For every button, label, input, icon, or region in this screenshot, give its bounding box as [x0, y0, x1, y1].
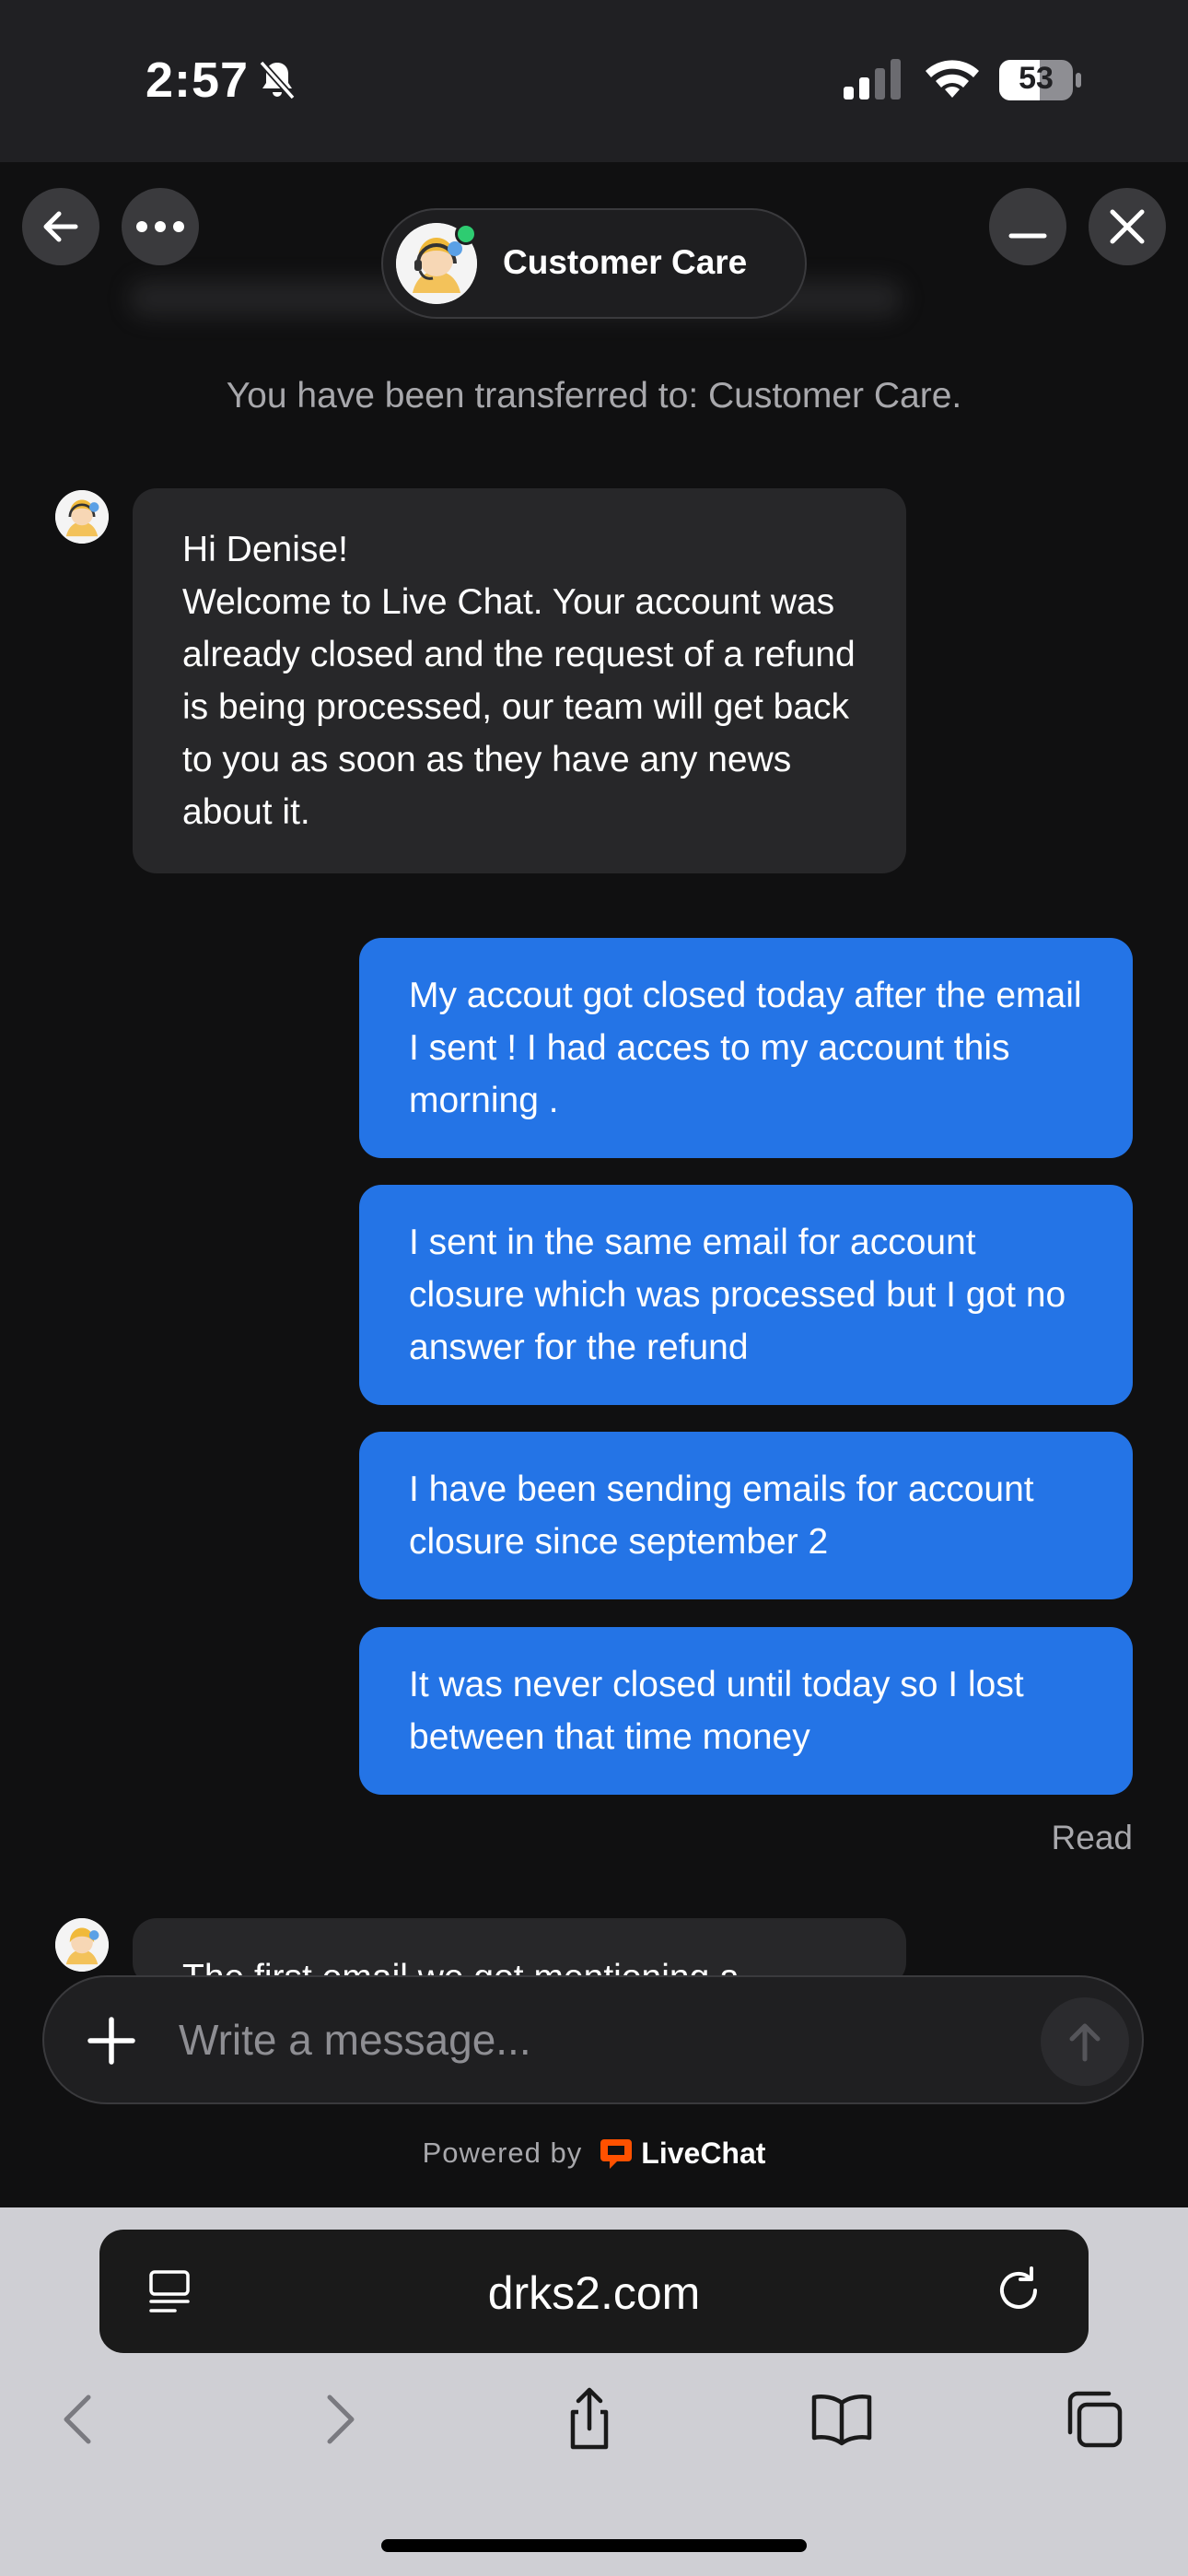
- user-message-text: My accout got closed today after the ema…: [409, 976, 1082, 1120]
- back-arrow-icon: [43, 211, 78, 242]
- tabs-icon[interactable]: [1057, 2383, 1131, 2456]
- browser-toolbar: drks2.com: [0, 2207, 1188, 2576]
- status-bar: 2:57 53: [0, 0, 1188, 162]
- chat-title: Customer Care: [503, 243, 748, 281]
- user-message-bubble: My accout got closed today after the ema…: [359, 938, 1133, 1158]
- user-message-bubble: I sent in the same email for account clo…: [359, 1185, 1133, 1405]
- system-message: You have been transferred to: Customer C…: [226, 376, 962, 416]
- address-bar[interactable]: drks2.com: [99, 2230, 1089, 2353]
- chat-window: Customer Care You have been transferred …: [0, 162, 1188, 2207]
- read-status: Read: [1051, 1819, 1133, 1856]
- chat-title-pill[interactable]: Customer Care: [381, 208, 807, 319]
- agent-message-bubble: Hi Denise! Welcome to Live Chat. Your ac…: [133, 488, 906, 873]
- online-status-dot: [455, 223, 477, 245]
- livechat-brand[interactable]: LiveChat: [599, 2136, 765, 2171]
- livechat-logo-icon: [600, 2139, 633, 2169]
- user-message-text: I sent in the same email for account clo…: [409, 1223, 1066, 1367]
- message-input[interactable]: [179, 2005, 1044, 2075]
- bookmarks-icon[interactable]: [805, 2383, 879, 2456]
- plus-icon[interactable]: [79, 2008, 144, 2073]
- back-button[interactable]: [22, 188, 99, 265]
- livechat-brand-text: LiveChat: [641, 2136, 766, 2170]
- signal-icon: [844, 59, 901, 100]
- url-text: drks2.com: [487, 2267, 701, 2319]
- battery-level: 53: [1019, 61, 1054, 96]
- user-message-bubble: It was never closed until today so I los…: [359, 1627, 1133, 1795]
- user-message-text: It was never closed until today so I los…: [409, 1665, 1024, 1757]
- powered-by[interactable]: Powered by LiveChat: [0, 2136, 1188, 2171]
- more-dots-icon: [136, 221, 184, 232]
- back-icon[interactable]: [42, 2383, 116, 2456]
- status-time: 2:57: [146, 53, 250, 108]
- minimize-button[interactable]: [989, 188, 1066, 265]
- forward-icon[interactable]: [302, 2383, 376, 2456]
- bell-slash-icon: [259, 60, 296, 100]
- agent-avatar-small: [55, 490, 109, 544]
- minimize-icon: [1008, 233, 1047, 239]
- close-button[interactable]: [1089, 188, 1166, 265]
- user-message-bubble: I have been sending emails for account c…: [359, 1432, 1133, 1599]
- agent-avatar-small: [55, 1918, 109, 1972]
- agent-greeting: Hi Denise!: [182, 530, 348, 569]
- user-message-text: I have been sending emails for account c…: [409, 1469, 1034, 1562]
- message-composer: [42, 1975, 1144, 2104]
- powered-by-label: Powered by: [422, 2137, 583, 2169]
- send-button[interactable]: [1041, 1997, 1129, 2086]
- agent-message-text: Welcome to Live Chat. Your account was a…: [182, 582, 856, 832]
- home-indicator: [381, 2539, 807, 2552]
- close-icon: [1110, 209, 1145, 244]
- more-options-button[interactable]: [122, 188, 199, 265]
- reload-icon[interactable]: [991, 2263, 1046, 2318]
- send-arrow-icon: [1069, 2023, 1101, 2062]
- share-icon[interactable]: [553, 2383, 626, 2456]
- wifi-icon: [926, 60, 979, 98]
